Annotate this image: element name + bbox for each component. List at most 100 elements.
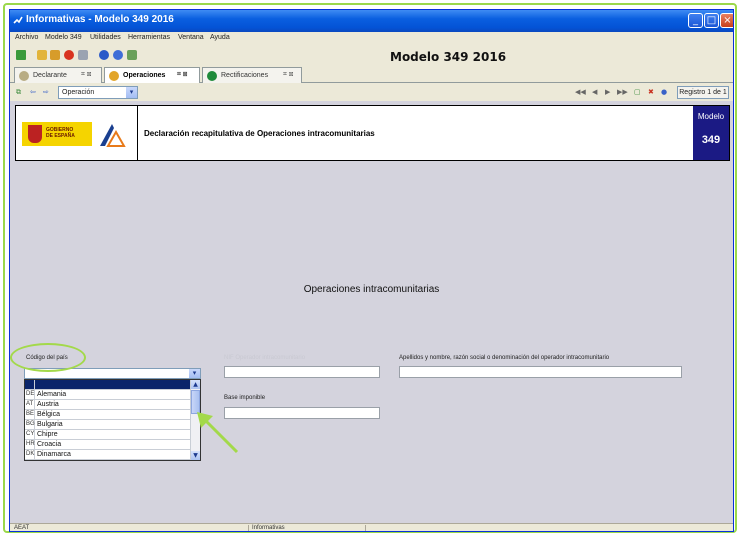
menu-utilidades[interactable]: Utilidades: [90, 34, 121, 41]
section-title: Operaciones intracomunitarias: [303, 284, 440, 295]
gobierno-logo: GOBIERNO DE ESPAÑA: [22, 122, 92, 146]
app-logo-icon: [13, 16, 23, 24]
annotation-arrow-icon: [197, 412, 239, 454]
annotation-ring: [10, 343, 86, 372]
list-item[interactable]: BE Bélgica: [25, 410, 191, 420]
nav-bar: ⧉ ⇦ ⇨ Operación ▾ ◀◀ ◀ ▶ ▶▶ ▢ ✖ ● Regist…: [10, 83, 733, 101]
status-divider: [365, 525, 366, 531]
add-record-icon[interactable]: ▢: [634, 88, 641, 96]
aeat-logo-icon: [100, 124, 126, 147]
tab-operaciones-label: Operaciones: [123, 72, 166, 79]
rectificaciones-icon: [207, 71, 217, 81]
list-item[interactable]: DE Alemania: [25, 390, 191, 400]
close-window-button[interactable]: ×: [720, 13, 733, 28]
tab-pin-icon[interactable]: ⌗ ⊠: [81, 71, 91, 79]
status-divider: [248, 525, 249, 531]
first-record-icon[interactable]: ◀◀: [575, 88, 586, 96]
tab-declarante-label: Declarante: [33, 72, 67, 79]
tab-rectificaciones-label: Rectificaciones: [221, 72, 269, 79]
list-item[interactable]: DK Dinamarca: [25, 450, 191, 460]
record-counter: Registro 1 de 1: [677, 86, 729, 99]
country-name: Dinamarca: [37, 451, 71, 458]
chevron-down-icon[interactable]: ▾: [126, 87, 137, 98]
tools-icon[interactable]: [78, 50, 88, 60]
next-record-icon[interactable]: ▶: [605, 88, 610, 96]
info-icon[interactable]: [99, 50, 109, 60]
screenshot-frame: Informativas - Modelo 349 2016 _ □ × Arc…: [3, 3, 737, 533]
tab-operaciones[interactable]: Operaciones ⌗ ⊠: [104, 67, 200, 84]
base-imponible-label: Base imponible: [224, 395, 266, 401]
last-record-icon[interactable]: ▶▶: [617, 88, 628, 96]
nombre-input[interactable]: [399, 366, 682, 378]
tab-pin-icon[interactable]: ⌗ ⊠: [283, 71, 293, 79]
list-item[interactable]: AT Austria: [25, 400, 191, 410]
country-code: DE: [26, 390, 35, 399]
back-arrow-icon[interactable]: ⇦: [30, 88, 36, 96]
country-name: Bélgica: [37, 411, 60, 418]
toolbar: Modelo 349 2016: [10, 46, 733, 66]
country-name: Chipre: [37, 431, 58, 438]
tab-pin-icon[interactable]: ⌗ ⊠: [177, 71, 187, 79]
nif-label: NIF Operador intracomunitario: [224, 355, 306, 361]
new-icon[interactable]: [16, 50, 26, 60]
status-left: AEAT: [14, 525, 30, 531]
open-folder-icon[interactable]: [37, 50, 47, 60]
help-circle-icon[interactable]: ●: [661, 88, 667, 96]
country-code: CY: [26, 430, 35, 439]
menu-herramientas[interactable]: Herramientas: [128, 34, 170, 41]
country-name: Alemania: [37, 391, 67, 398]
app-window: Informativas - Modelo 349 2016 _ □ × Arc…: [9, 9, 734, 532]
minimize-button[interactable]: _: [688, 13, 703, 28]
coat-of-arms-icon: [28, 125, 42, 143]
window-title: Informativas - Modelo 349 2016: [26, 14, 174, 25]
base-imponible-input[interactable]: [224, 407, 380, 419]
title-bar[interactable]: Informativas - Modelo 349 2016 _ □ ×: [10, 10, 733, 32]
chevron-up-icon[interactable]: ▲: [191, 380, 200, 389]
country-name: Bulgaria: [37, 421, 63, 428]
form-header: GOBIERNO DE ESPAÑA Declaración recapitul…: [15, 105, 730, 161]
modelo-number: 349: [701, 134, 721, 146]
chevron-down-icon[interactable]: ▾: [189, 369, 200, 378]
country-code: [26, 380, 35, 389]
help-icon[interactable]: [113, 50, 123, 60]
tree-icon[interactable]: ⧉: [16, 88, 21, 97]
country-code: AT: [26, 400, 35, 409]
nombre-label: Apellidos y nombre, razón social o denom…: [399, 355, 610, 361]
tab-declarante[interactable]: Declarante ⌗ ⊠: [14, 67, 102, 83]
country-code: BG: [26, 420, 35, 429]
menu-bar: Archivo Modelo 349 Utilidades Herramient…: [10, 32, 733, 46]
list-item[interactable]: HR Croacia: [25, 440, 191, 450]
forward-arrow-icon[interactable]: ⇨: [43, 88, 49, 96]
save-folder-icon[interactable]: [50, 50, 60, 60]
menu-archivo[interactable]: Archivo: [15, 34, 38, 41]
country-code: HR: [26, 440, 35, 449]
country-dropdown-list[interactable]: DE Alemania AT Austria BE Bélgica BG Bul…: [24, 379, 201, 461]
model-title: Modelo 349 2016: [390, 50, 507, 64]
menu-ayuda[interactable]: Ayuda: [210, 34, 230, 41]
country-name: Croacia: [37, 441, 62, 448]
list-item[interactable]: CY Chipre: [25, 430, 191, 440]
delete-icon[interactable]: [64, 50, 74, 60]
menu-ventana[interactable]: Ventana: [178, 34, 204, 41]
main-content: GOBIERNO DE ESPAÑA Declaración recapitul…: [10, 101, 733, 523]
status-center: Informativas: [252, 525, 285, 531]
nif-input[interactable]: [224, 366, 380, 378]
modelo-label: Modelo: [697, 112, 725, 121]
modelo-badge: Modelo 349: [693, 106, 729, 160]
prev-record-icon[interactable]: ◀: [592, 88, 597, 96]
operaciones-icon: [109, 71, 119, 81]
delete-record-icon[interactable]: ✖: [648, 88, 654, 96]
view-select[interactable]: Operación ▾: [58, 86, 138, 99]
maximize-button[interactable]: □: [704, 13, 719, 28]
gobierno-text: GOBIERNO DE ESPAÑA: [46, 127, 75, 139]
form-title: Declaración recapitulativa de Operacione…: [144, 129, 375, 138]
tab-rectificaciones[interactable]: Rectificaciones ⌗ ⊠: [202, 67, 302, 83]
country-name: Austria: [37, 401, 59, 408]
country-code: DK: [26, 450, 35, 459]
list-item[interactable]: BG Bulgaria: [25, 420, 191, 430]
logo-area: GOBIERNO DE ESPAÑA: [16, 106, 138, 160]
list-item[interactable]: [25, 380, 191, 390]
exit-icon[interactable]: [127, 50, 137, 60]
status-bar: AEAT Informativas: [10, 523, 733, 531]
menu-modelo-349[interactable]: Modelo 349: [45, 34, 82, 41]
